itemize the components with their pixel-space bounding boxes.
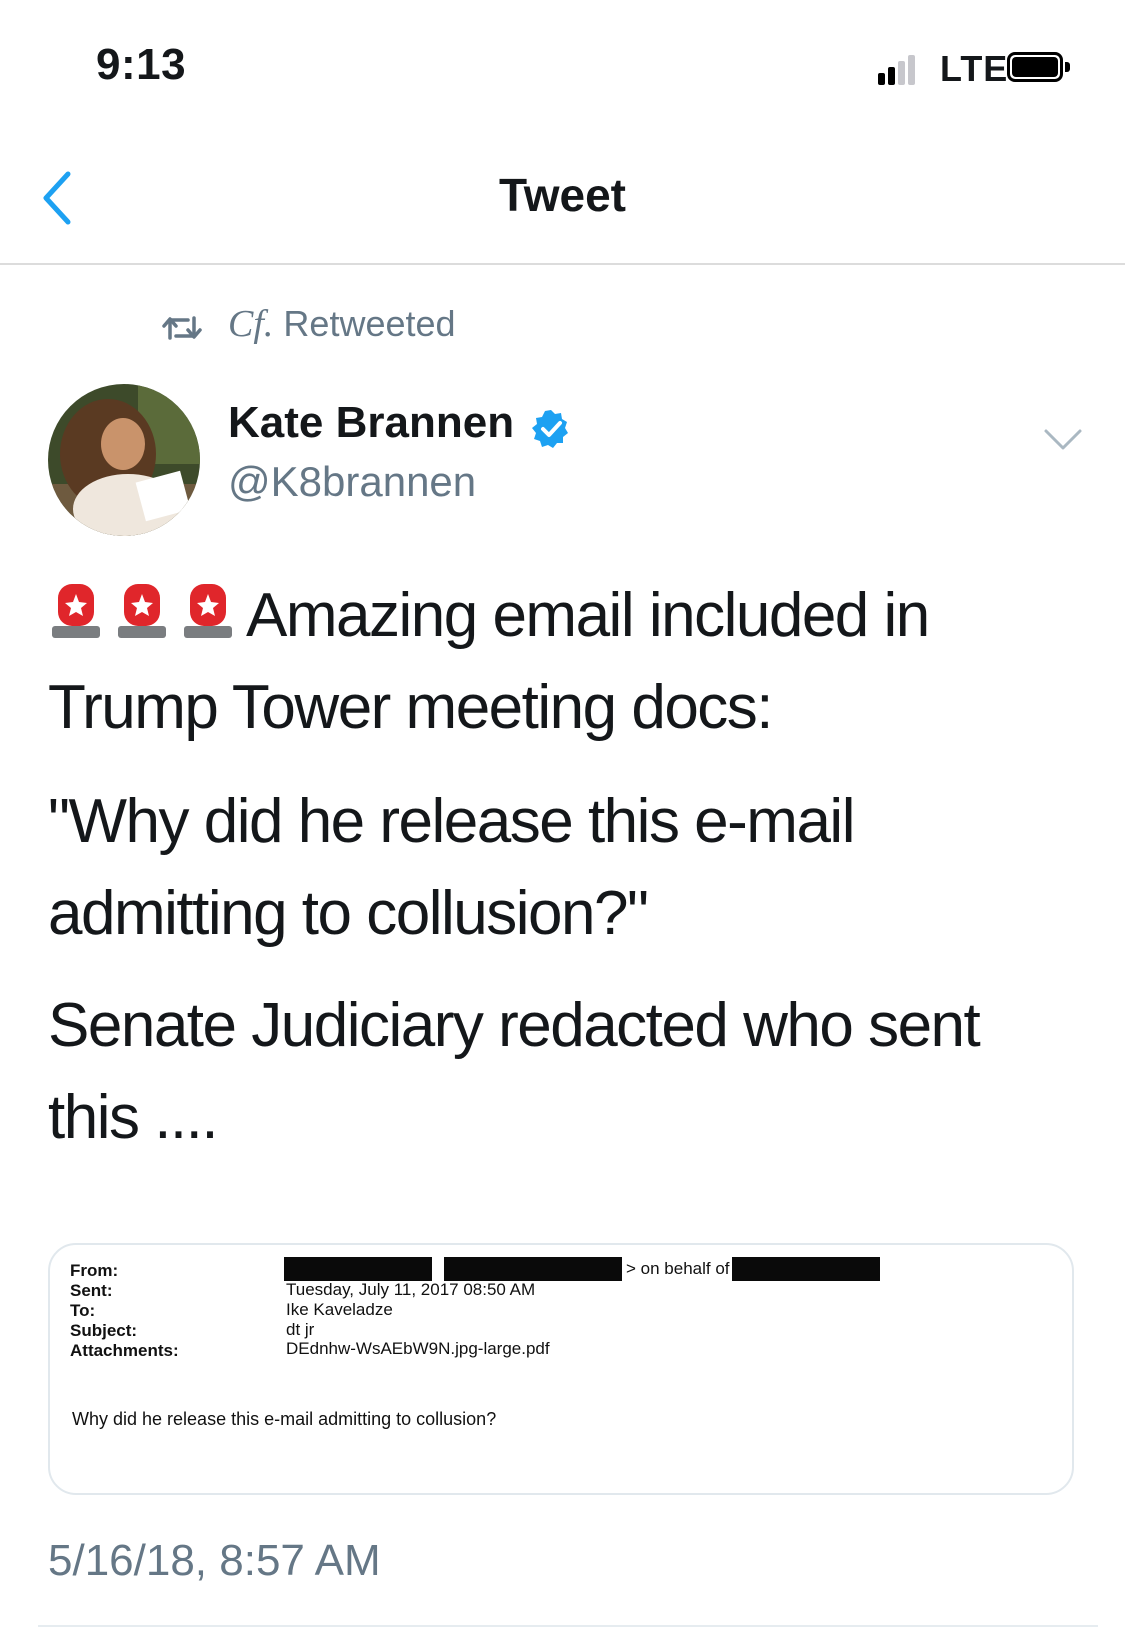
verified-badge-icon <box>530 408 572 450</box>
tweet-text-line-4: admitting to collusion?" <box>48 879 649 948</box>
tweet-text-line-5: Senate Judiciary redacted who sent <box>48 991 981 1060</box>
tweet-text-line-3: "Why did he release this e-mail <box>48 787 855 856</box>
redaction-bar <box>284 1257 432 1281</box>
bottom-divider <box>38 1625 1098 1627</box>
retweeter-name: Cf. <box>228 303 274 345</box>
chevron-down-icon <box>1044 429 1082 450</box>
email-label-subject: Subject: <box>70 1321 138 1340</box>
status-time: 9:13 <box>96 40 187 89</box>
network-label: LTE <box>940 48 1009 89</box>
email-label-attachments: Attachments: <box>70 1341 179 1360</box>
retweeted-by-label[interactable]: Cf. Retweeted <box>228 302 456 346</box>
tweet-timestamp: 5/16/18, 8:57 AM <box>48 1536 381 1585</box>
tweet-text-line-2: Trump Tower meeting docs: <box>48 673 774 742</box>
author-handle[interactable]: @K8brannen <box>228 458 476 506</box>
avatar[interactable] <box>48 384 200 536</box>
email-to-value: Ike Kaveladze <box>286 1300 393 1319</box>
chevron-left-icon <box>43 171 71 225</box>
signal-icon <box>878 55 918 85</box>
email-attachments-value: DEdnhw-WsAEbW9N.jpg-large.pdf <box>286 1339 550 1358</box>
email-body-text: Why did he release this e-mail admitting… <box>72 1409 497 1429</box>
retweeted-text: Retweeted <box>283 303 456 344</box>
battery-icon <box>1007 52 1071 84</box>
author-name[interactable]: Kate Brannen <box>228 398 514 448</box>
email-label-to: To: <box>70 1301 96 1320</box>
email-label-sent: Sent: <box>70 1281 113 1300</box>
email-label-from: From: <box>70 1261 119 1280</box>
nav-divider <box>0 263 1125 265</box>
redaction-bar <box>732 1257 880 1281</box>
police-light-icon <box>114 580 170 642</box>
police-light-icon <box>48 580 104 642</box>
tweet-text-line-6: this .... <box>48 1083 219 1152</box>
tweet-text-segment: Amazing email included in <box>246 581 930 650</box>
email-subject-value: dt jr <box>286 1320 315 1339</box>
retweet-icon <box>162 308 202 348</box>
back-button[interactable] <box>38 168 78 228</box>
more-options-button[interactable] <box>1042 425 1084 455</box>
tweet-text-line-1: Amazing email included in <box>48 580 930 651</box>
email-sent-value: Tuesday, July 11, 2017 08:50 AM <box>286 1280 536 1299</box>
page-title: Tweet <box>499 169 626 221</box>
tweet-media-card[interactable]: From: Sent: To: Subject: Attachments: > … <box>48 1243 1074 1495</box>
redaction-bar <box>444 1257 622 1281</box>
email-from-suffix: > on behalf of <box>626 1259 730 1278</box>
police-light-icon <box>180 580 236 642</box>
